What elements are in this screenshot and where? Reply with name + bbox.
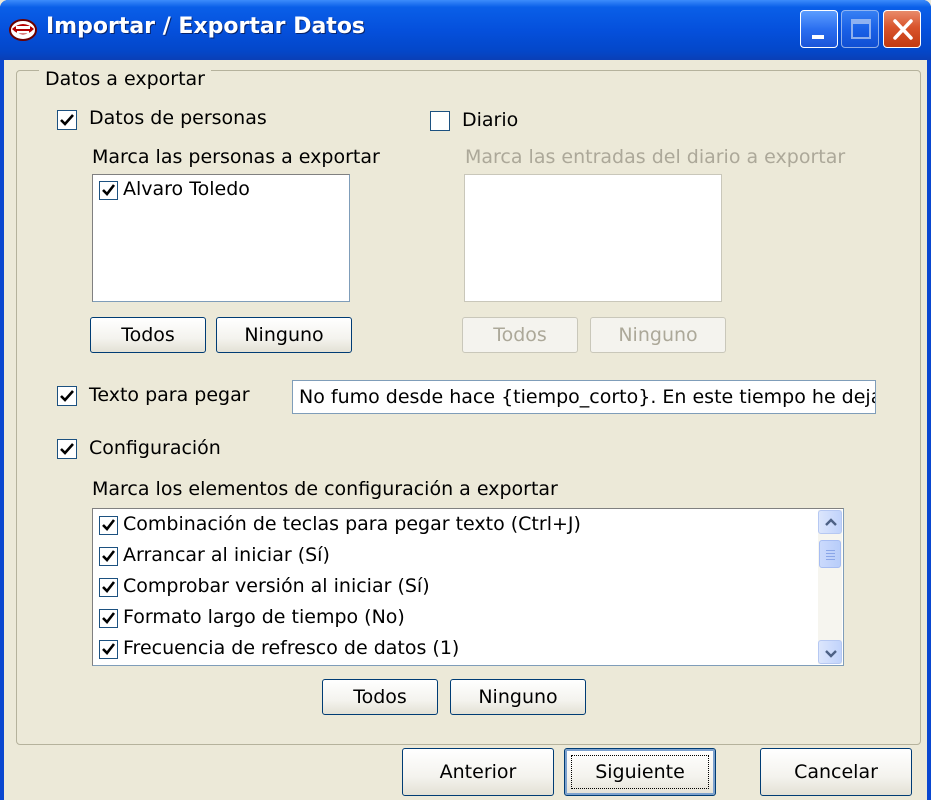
scroll-thumb[interactable] — [819, 540, 841, 568]
close-button[interactable] — [883, 10, 921, 48]
item-checkbox[interactable] — [99, 547, 118, 566]
cancel-button[interactable]: Cancelar — [760, 748, 912, 796]
chevron-down-icon — [825, 650, 837, 658]
item-checkbox[interactable] — [99, 640, 118, 659]
item-label: Formato largo de tiempo (No) — [123, 606, 405, 628]
back-button[interactable]: Anterior — [402, 748, 554, 796]
diario-label[interactable]: Diario — [462, 109, 518, 131]
item-label: Frecuencia de refresco de datos (1) — [123, 637, 460, 659]
checkmark-icon — [102, 612, 116, 624]
personas-select-none-button[interactable]: Ninguno — [216, 317, 352, 353]
config-select-none-button[interactable]: Ninguno — [450, 679, 586, 715]
dialog-window: Importar / Exportar Datos Datos a export… — [0, 0, 931, 800]
config-list-scrollbar[interactable] — [818, 510, 842, 664]
personas-list[interactable]: Alvaro Toledo — [92, 174, 350, 302]
config-label[interactable]: Configuración — [89, 437, 221, 459]
checkmark-icon — [102, 519, 116, 531]
personas-list-caption: Marca las personas a exportar — [92, 146, 380, 168]
scroll-up-button[interactable] — [818, 510, 842, 534]
checkmark-icon — [102, 643, 116, 655]
minimize-icon — [812, 35, 824, 39]
title-bar[interactable]: Importar / Exportar Datos — [0, 0, 931, 60]
window-title: Importar / Exportar Datos — [46, 14, 366, 39]
texto-label[interactable]: Texto para pegar — [89, 384, 250, 406]
config-list[interactable]: Combinación de teclas para pegar texto (… — [92, 508, 844, 666]
personas-checkbox[interactable] — [57, 110, 77, 130]
texto-checkbox[interactable] — [57, 386, 77, 406]
checkmark-icon — [60, 114, 74, 126]
scroll-down-button[interactable] — [818, 640, 842, 664]
smoking-mouth-icon[interactable] — [8, 14, 38, 44]
chevron-up-icon — [825, 518, 837, 526]
checkmark-icon — [102, 581, 116, 593]
diario-checkbox[interactable] — [430, 111, 450, 131]
item-checkbox[interactable] — [99, 609, 118, 628]
item-label: Arrancar al iniciar (Sí) — [123, 544, 330, 566]
diario-list-caption: Marca las entradas del diario a exportar — [465, 146, 846, 168]
minimize-button[interactable] — [800, 10, 838, 48]
config-checkbox[interactable] — [57, 439, 77, 459]
maximize-button — [841, 10, 879, 48]
texto-input[interactable]: No fumo desde hace {tiempo_corto}. En es… — [292, 380, 876, 414]
next-button-wrapper[interactable]: Siguiente — [564, 748, 716, 796]
next-button[interactable]: Siguiente — [564, 748, 716, 796]
checkmark-icon — [60, 443, 74, 455]
checkmark-icon — [60, 390, 74, 402]
dialog-client-area: Datos a exportar Datos de personas Marca… — [4, 60, 927, 800]
close-icon — [893, 19, 913, 40]
personas-select-all-button[interactable]: Todos — [90, 317, 206, 353]
config-list-caption: Marca los elementos de configuración a e… — [92, 478, 558, 500]
checkmark-icon — [102, 184, 116, 196]
config-select-all-button[interactable]: Todos — [322, 679, 438, 715]
maximize-icon — [851, 19, 871, 39]
checkmark-icon — [102, 550, 116, 562]
personas-label[interactable]: Datos de personas — [89, 107, 267, 129]
item-label: Combinación de teclas para pegar texto (… — [123, 513, 581, 535]
item-label: Alvaro Toledo — [123, 178, 250, 200]
item-label: Comprobar versión al iniciar (Sí) — [123, 575, 430, 597]
item-checkbox[interactable] — [99, 516, 118, 535]
item-checkbox[interactable] — [99, 181, 118, 200]
diario-list — [464, 174, 722, 302]
item-checkbox[interactable] — [99, 578, 118, 597]
diario-select-all-button: Todos — [462, 317, 578, 353]
diario-select-none-button: Ninguno — [590, 317, 726, 353]
group-legend: Datos a exportar — [39, 68, 211, 90]
